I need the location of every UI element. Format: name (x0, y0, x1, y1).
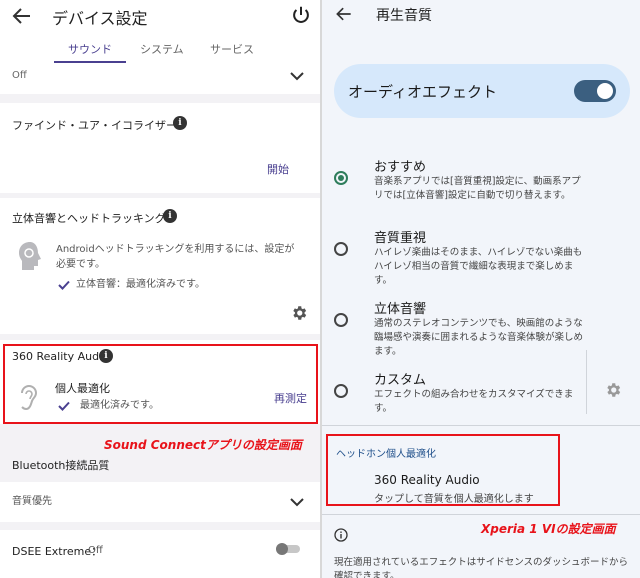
tab-sound[interactable]: サウンド (68, 41, 112, 57)
top-app-bar: 再生音質 (322, 0, 640, 30)
chevron-down-icon[interactable] (290, 497, 304, 507)
highlight-box (3, 344, 318, 424)
spatial-audio-card: 立体音響とヘッドトラッキング i Androidヘッドトラッキングを利用するには… (0, 198, 320, 334)
tab-service[interactable]: サービス (210, 41, 254, 57)
power-icon[interactable] (290, 4, 312, 26)
eq-card: ファインド・ユア・イコライザー i 開始 (0, 103, 320, 193)
toggle-knob (597, 83, 613, 99)
divider (322, 514, 640, 515)
info-outline-icon (334, 528, 348, 542)
highlight-box (326, 434, 560, 506)
bluetooth-quality-row[interactable]: 音質優先 (0, 482, 320, 522)
footer-note: 現在適用されているエフェクトはサイドセンスのダッシュボードから確認できます。 (334, 557, 629, 578)
option-title: カスタム (374, 373, 427, 388)
active-tab-indicator (54, 61, 126, 63)
spatial-desc-line1: Androidヘッドトラッキングを利用するには、設定が (56, 244, 295, 255)
sound-connect-screen: デバイス設定 サウンド システム サービス Off ファインド・ユア・イコライザ… (0, 0, 320, 578)
page-title: デバイス設定 (52, 9, 148, 28)
head-tracking-icon (16, 240, 44, 272)
option-desc: 通常のステレオコンテンツでも、映画館のような臨場感や演奏に囲まれるような音楽体験… (374, 318, 584, 357)
info-icon[interactable]: i (173, 116, 187, 130)
tab-bar: サウンド システム サービス (0, 36, 320, 64)
eq-title: ファインド・ユア・イコライザー (12, 119, 177, 132)
audio-effect-label: オーディオエフェクト (348, 83, 497, 101)
prev-setting-row[interactable]: Off (0, 64, 320, 94)
option-title: 音質重視 (374, 231, 427, 246)
radio-unselected[interactable] (334, 242, 348, 256)
xperia-caption: Xperia 1 VIの設定画面 (481, 522, 616, 536)
spatial-desc-line2: 必要です。 (56, 259, 105, 270)
dsee-value: Off (88, 545, 103, 556)
spatial-status: 立体音響：最適化済みです。 (76, 279, 205, 290)
radio-selected[interactable] (334, 171, 348, 185)
dsee-extreme-row[interactable]: DSEE Extreme： Off (0, 530, 320, 578)
dsee-toggle[interactable] (274, 542, 302, 556)
radio-unselected[interactable] (334, 313, 348, 327)
option-desc: ハイレゾ楽曲はそのまま、ハイレゾでない楽曲もハイレゾ相当の音質で繊細な表現まで楽… (374, 247, 583, 286)
gear-icon[interactable] (604, 381, 622, 399)
eq-start-button[interactable]: 開始 (267, 161, 289, 177)
radio-unselected[interactable] (334, 384, 348, 398)
chevron-down-icon[interactable] (290, 71, 304, 81)
top-app-bar: デバイス設定 (0, 0, 320, 36)
audio-effect-toggle-row[interactable]: オーディオエフェクト (334, 64, 630, 118)
option-desc: エフェクトの組み合わせをカスタマイズできます。 (374, 389, 574, 414)
xperia-settings-screen: 再生音質 オーディオエフェクト おすすめ 音楽系アプリでは[音質重視]設定に、動… (322, 0, 640, 578)
option-desc: 音楽系アプリでは[音質重視]設定に、動画系アプリでは[立体音響]設定に自動で切り… (374, 176, 581, 201)
option-title: おすすめ (374, 160, 427, 175)
bluetooth-value: 音質優先 (12, 496, 52, 507)
separator (586, 350, 587, 414)
audio-effect-switch[interactable] (574, 80, 616, 102)
gear-icon[interactable] (290, 304, 308, 322)
check-icon (58, 280, 70, 290)
option-title: 立体音響 (374, 302, 427, 317)
divider (322, 425, 640, 426)
prev-setting-value: Off (12, 70, 27, 81)
spatial-title: 立体音響とヘッドトラッキング (12, 212, 166, 225)
bluetooth-title: Bluetooth接続品質 (12, 459, 110, 472)
tab-system[interactable]: システム (140, 41, 184, 57)
back-arrow-icon[interactable] (334, 4, 354, 24)
back-arrow-icon[interactable] (10, 4, 34, 28)
info-icon[interactable]: i (163, 209, 177, 223)
page-title: 再生音質 (376, 8, 432, 24)
